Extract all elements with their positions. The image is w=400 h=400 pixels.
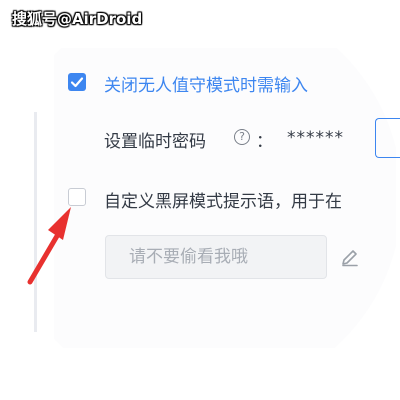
watermark: 搜狐号@AirDroid: [12, 10, 143, 28]
red-arrow-icon: [27, 207, 71, 285]
magnified-view: 关闭无人值守模式时需输入 设置临时密码 ? ： ****** 自定义黑屏模式提示…: [0, 0, 400, 400]
